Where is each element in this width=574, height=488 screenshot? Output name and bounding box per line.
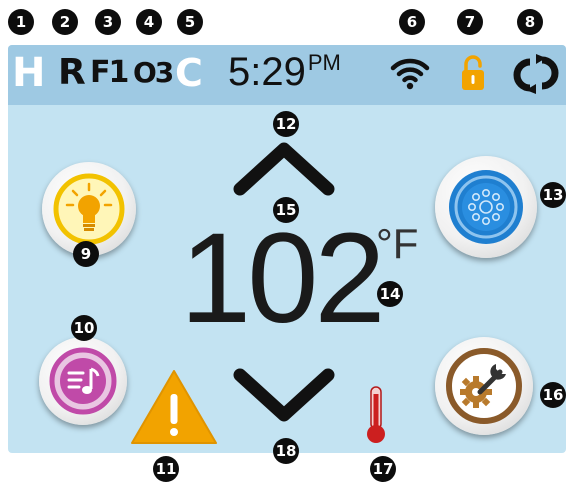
jets-button[interactable] [435,156,537,258]
callout-15: 15 [273,197,299,223]
callout-1: 1 [8,9,34,35]
sync-icon[interactable] [513,54,559,94]
callout-17: 17 [370,456,396,482]
music-button[interactable] [39,337,127,425]
callout-14: 14 [377,281,403,307]
callout-2: 2 [52,9,78,35]
callout-16: 16 [540,382,566,408]
callout-4: 4 [136,9,162,35]
warning-icon[interactable] [129,368,219,446]
heater-indicator: H [12,50,46,96]
callout-8: 8 [517,9,543,35]
callout-9: 9 [73,241,99,267]
callout-7: 7 [457,9,483,35]
clock[interactable]: 5:29PM [228,50,341,94]
callout-13: 13 [540,182,566,208]
clock-time: 5:29 [228,50,306,94]
settings-button[interactable] [435,337,533,435]
clock-ampm: PM [307,50,341,75]
callout-11: 11 [153,456,179,482]
settings-icon [446,348,522,424]
water-temperature-value: 102 [180,207,386,350]
callout-5: 5 [177,9,203,35]
jets-icon [449,170,523,244]
ozone-indicator: O3 [133,56,174,89]
chevron-down-icon[interactable] [232,367,336,423]
lock-icon[interactable] [460,53,486,93]
lightbulb-icon [53,173,125,245]
status-bar: H R F1 O3 C 5:29PM [8,45,566,105]
thermometer-icon [367,386,385,443]
music-icon [49,347,117,415]
callout-12: 12 [273,111,299,137]
callout-3: 3 [95,9,121,35]
temperature-unit[interactable]: °F [376,223,418,265]
chevron-up-icon[interactable] [232,141,336,197]
callout-6: 6 [399,9,425,35]
callout-10: 10 [71,315,97,341]
filter-cycle-indicator: F1 [90,55,129,90]
ready-mode-indicator: R [58,52,86,93]
callout-18: 18 [273,438,299,464]
wifi-icon[interactable] [390,56,430,90]
cleanup-indicator: C [175,51,203,95]
